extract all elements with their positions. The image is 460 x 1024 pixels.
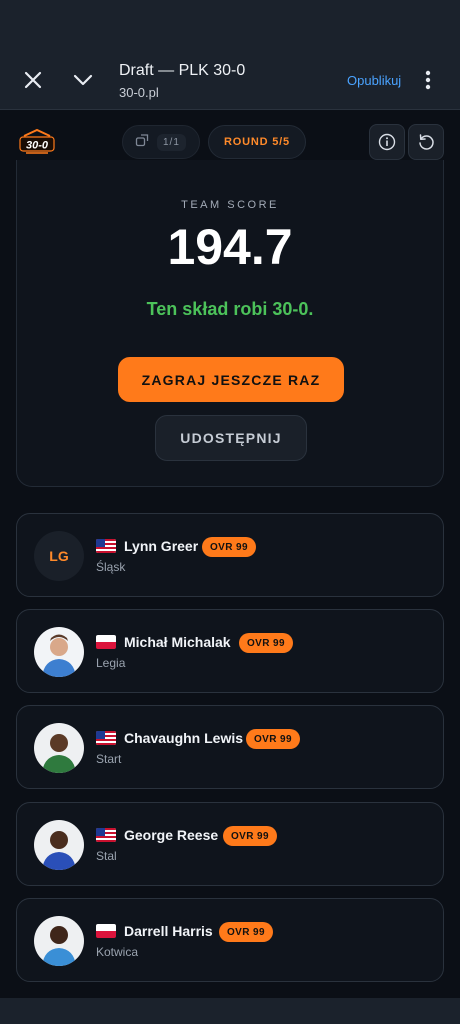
ovr-badge: OVR 99 (223, 826, 277, 846)
score-card: TEAM SCORE 194.7 Ten skład robi 30-0. ZA… (16, 160, 444, 487)
pl-flag-icon (96, 924, 116, 938)
share-history-icon (135, 133, 149, 152)
player-card[interactable]: Michał Michalak OVR 99 Legia (16, 609, 444, 693)
browser-toolbar: Draft — PLK 30-0 30-0.pl Opublikuj (0, 0, 460, 110)
player-photo (34, 916, 84, 966)
more-options-icon[interactable] (414, 66, 442, 94)
player-name: Lynn Greer (124, 538, 199, 554)
player-card[interactable]: LG Lynn Greer OVR 99 Śląsk (16, 513, 444, 597)
us-flag-icon (96, 828, 116, 842)
team-score-value: 194.7 (167, 219, 293, 275)
team-score-label: TEAM SCORE (181, 199, 279, 211)
player-card[interactable]: Darrell Harris OVR 99 Kotwica (16, 898, 444, 982)
player-photo (34, 723, 84, 773)
result-message: Ten skład robi 30-0. (146, 299, 314, 319)
player-photo (34, 627, 84, 677)
logo-text: 30-0 (26, 140, 49, 152)
player-team: Stal (96, 849, 117, 863)
player-team: Legia (96, 656, 126, 670)
share-button[interactable]: UDOSTĘPNIJ (155, 415, 307, 461)
page-url: 30-0.pl (119, 85, 159, 100)
history-counter[interactable]: 1/1 (122, 125, 200, 159)
player-card[interactable]: Chavaughn Lewis OVR 99 Start (16, 705, 444, 789)
info-button[interactable] (369, 124, 405, 160)
reset-button[interactable] (408, 124, 444, 160)
ovr-badge: OVR 99 (202, 537, 256, 557)
logo[interactable]: 30-0 (18, 128, 56, 156)
player-name: Darrell Harris (124, 923, 213, 939)
player-team: Śląsk (96, 560, 126, 574)
player-card[interactable]: George Reese OVR 99 Stal (16, 802, 444, 886)
pl-flag-icon (96, 635, 116, 649)
close-icon[interactable] (19, 66, 47, 94)
player-name: Chavaughn Lewis (124, 730, 244, 746)
round-indicator: ROUND 5/5 (208, 125, 306, 159)
page-title: Draft — PLK 30-0 (119, 62, 246, 79)
info-icon (378, 133, 396, 151)
us-flag-icon (96, 539, 116, 553)
player-name: George Reese (124, 827, 219, 843)
player-photo (34, 820, 84, 870)
player-team: Start (96, 752, 122, 766)
chevron-down-icon[interactable] (69, 66, 97, 94)
ovr-badge: OVR 99 (246, 729, 300, 749)
bottom-bar (0, 998, 460, 1024)
avatar: LG (34, 531, 84, 581)
counter-value: 1/1 (157, 133, 186, 151)
player-team: Kotwica (96, 945, 139, 959)
ovr-badge: OVR 99 (239, 633, 293, 653)
ovr-badge: OVR 99 (219, 922, 273, 942)
player-name: Michał Michalak (124, 634, 231, 650)
publish-link[interactable]: Opublikuj (347, 73, 401, 88)
avatar-initials: LG (49, 548, 69, 564)
us-flag-icon (96, 731, 116, 745)
play-again-button[interactable]: ZAGRAJ JESZCZE RAZ (118, 357, 344, 402)
reset-icon (419, 134, 434, 150)
